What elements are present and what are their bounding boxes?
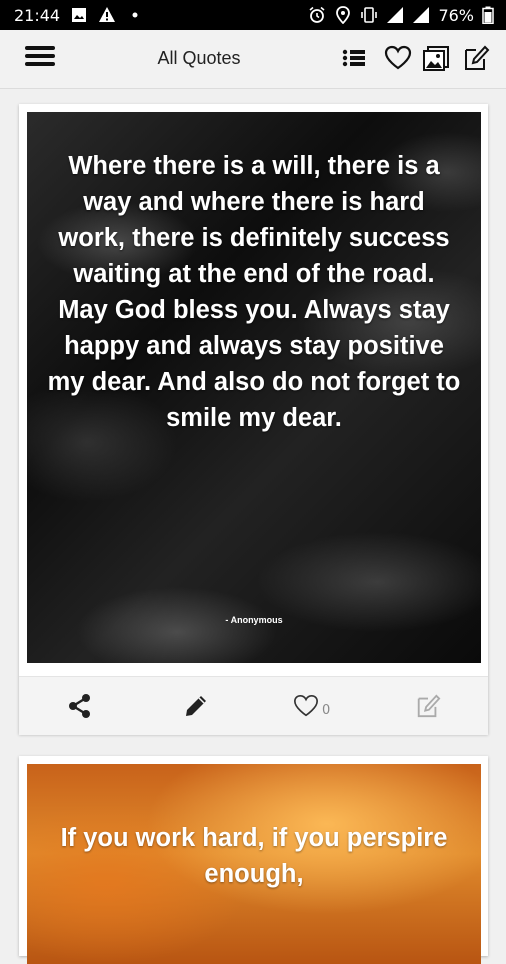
signal-icon <box>413 7 430 23</box>
pencil-icon[interactable] <box>183 693 209 719</box>
quote-card: Where there is a will, there is a way an… <box>19 104 488 735</box>
quote-text: Where there is a will, there is a way an… <box>47 152 461 432</box>
heart-icon[interactable] <box>292 693 320 719</box>
page-title-text: All Quotes <box>157 48 241 68</box>
location-icon <box>336 6 351 24</box>
warning-icon <box>99 7 116 22</box>
heart-icon[interactable] <box>384 44 412 72</box>
battery-icon <box>482 6 494 24</box>
alarm-icon <box>309 6 325 23</box>
quote-action-bar: 0 <box>19 676 488 735</box>
dot-icon <box>132 12 138 18</box>
app-bar: All Quotes <box>0 30 506 89</box>
battery-level: 76% <box>438 5 474 25</box>
status-bar: 21:44 76% <box>0 0 506 30</box>
edit-icon[interactable] <box>415 693 441 719</box>
quote-image[interactable]: If you work hard, if you perspire enough… <box>27 764 481 964</box>
status-time: 21:44 <box>14 5 61 25</box>
signal-icon <box>387 7 404 23</box>
like-count: 0 <box>322 703 331 718</box>
gallery-icon[interactable] <box>422 44 450 72</box>
quote-text: If you work hard, if you perspire enough… <box>60 824 448 888</box>
image-icon <box>72 8 87 22</box>
menu-icon[interactable] <box>25 42 55 74</box>
list-icon[interactable] <box>340 44 368 72</box>
quote-author: - Anonymous <box>225 615 283 625</box>
quote-image[interactable]: Where there is a will, there is a way an… <box>27 112 481 663</box>
share-icon[interactable] <box>67 693 93 719</box>
vibrate-icon <box>361 7 378 23</box>
quote-card: If you work hard, if you perspire enough… <box>19 756 488 964</box>
edit-icon[interactable] <box>462 44 490 72</box>
